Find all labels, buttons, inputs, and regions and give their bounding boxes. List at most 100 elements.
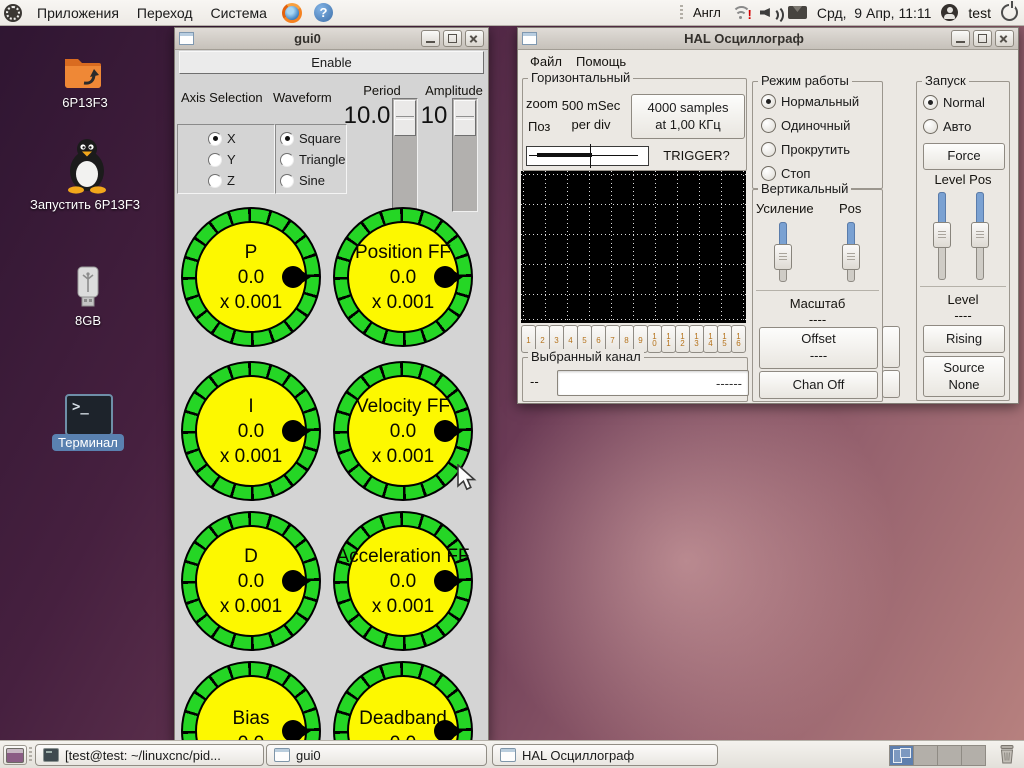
close-button[interactable] [995, 30, 1014, 47]
power-icon[interactable] [1001, 1, 1018, 21]
knob-velocity-ff[interactable]: Velocity FF 0.0 x 0.001 [333, 361, 473, 501]
tux-icon[interactable] [64, 138, 110, 194]
radio-run-roll[interactable] [761, 142, 776, 157]
run-mode-stop[interactable]: Стоп [761, 166, 810, 181]
radio-run-normal[interactable] [761, 94, 776, 109]
knob-p[interactable]: P 0.0 x 0.001 [181, 207, 321, 347]
channel-14-button[interactable]: 14 [703, 325, 718, 353]
knob-acceleration-ff[interactable]: Acceleration FF 0.0 x 0.001 [333, 511, 473, 651]
desktop-icon-label[interactable]: 8GB [48, 313, 128, 328]
menu-system[interactable]: Система [208, 3, 270, 23]
amplitude-slider[interactable] [452, 98, 478, 212]
trigger-level-slider[interactable] [932, 192, 951, 280]
radio-trigger-auto[interactable] [923, 119, 938, 134]
waveform-option-sine[interactable]: Sine [280, 173, 325, 188]
partial-hidden-button[interactable] [882, 326, 900, 368]
channel-12-button[interactable]: 12 [675, 325, 690, 353]
taskbar-grip[interactable] [29, 747, 32, 762]
taskbar-terminal-window[interactable]: [test@test: ~/linuxcnc/pid... [35, 744, 264, 766]
force-button[interactable]: Force [923, 143, 1005, 170]
rising-button[interactable]: Rising [923, 325, 1005, 353]
terminal-icon[interactable] [65, 394, 113, 436]
folder-icon[interactable] [62, 52, 104, 94]
waveform-option-square[interactable]: Square [280, 131, 341, 146]
channel-13-button[interactable]: 13 [689, 325, 704, 353]
firefox-launcher-icon[interactable] [281, 2, 302, 23]
radio-trigger-normal[interactable] [923, 95, 938, 110]
desktop-icon-label[interactable]: Терминал [52, 434, 124, 451]
channel-10-button[interactable]: 10 [647, 325, 662, 353]
taskbar-halscope-window[interactable]: HAL Осциллограф [492, 744, 718, 766]
selected-channel-name-entry[interactable]: ------ [557, 370, 749, 396]
menu-file[interactable]: Файл [530, 54, 562, 69]
mail-icon[interactable] [787, 6, 807, 19]
horizontal-position-indicator[interactable] [526, 144, 649, 168]
workspace-1[interactable] [890, 746, 914, 765]
run-mode-roll[interactable]: Прокрутить [761, 142, 850, 157]
volume-icon[interactable] [759, 4, 784, 25]
username[interactable]: test [968, 5, 991, 21]
source-button[interactable]: Source None [923, 356, 1005, 397]
period-slider[interactable] [392, 98, 418, 212]
trash-icon[interactable] [997, 744, 1017, 765]
run-mode-normal[interactable]: Нормальный [761, 94, 859, 109]
partial-hidden-button[interactable] [882, 370, 900, 398]
period-slider-handle[interactable] [394, 100, 416, 136]
radio-run-single[interactable] [761, 118, 776, 133]
axis-option-y[interactable]: Y [208, 152, 236, 167]
network-icon[interactable]: ! [731, 5, 752, 22]
gui0-titlebar[interactable]: gui0 [175, 28, 488, 50]
vertical-pos-slider-handle[interactable] [842, 244, 860, 270]
maximize-button[interactable] [443, 30, 462, 47]
radio-z[interactable] [208, 173, 222, 188]
clock[interactable]: Срд, 9 Апр, 11:11 [817, 5, 932, 21]
desktop-icon-label[interactable]: 6P13F3 [40, 95, 130, 110]
samples-button[interactable]: 4000 samples at 1,00 КГц [631, 94, 745, 139]
menu-places[interactable]: Переход [134, 3, 196, 23]
radio-sine[interactable] [280, 173, 294, 188]
waveform-option-triangle[interactable]: Triangle [280, 152, 345, 167]
close-button[interactable] [465, 30, 484, 47]
radio-triangle[interactable] [280, 152, 294, 167]
halscope-titlebar[interactable]: HAL Осциллограф [518, 28, 1018, 50]
offset-button[interactable]: Offset ---- [759, 327, 878, 369]
radio-square[interactable] [280, 131, 294, 146]
axis-option-z[interactable]: Z [208, 173, 235, 188]
channel-15-button[interactable]: 15 [717, 325, 732, 353]
workspace-2[interactable] [914, 746, 938, 765]
trigger-mode-auto[interactable]: Авто [923, 119, 971, 134]
user-avatar-icon[interactable] [941, 4, 959, 21]
keyboard-layout-indicator[interactable]: Англ [693, 5, 721, 20]
channel-11-button[interactable]: 11 [661, 325, 676, 353]
taskbar-gui0-window[interactable]: gui0 [266, 744, 487, 766]
knob-position-ff[interactable]: Position FF 0.0 x 0.001 [333, 207, 473, 347]
knob-i[interactable]: I 0.0 x 0.001 [181, 361, 321, 501]
channel-16-button[interactable]: 16 [731, 325, 746, 353]
radio-y[interactable] [208, 152, 222, 167]
trigger-mode-normal[interactable]: Normal [923, 95, 985, 110]
workspace-4[interactable] [962, 746, 985, 765]
radio-run-stop[interactable] [761, 166, 776, 181]
trigger-question-button[interactable]: TRIGGER? [650, 148, 743, 163]
scope-display[interactable] [521, 171, 746, 323]
workspace-switcher[interactable] [889, 745, 986, 766]
radio-x[interactable] [208, 131, 222, 146]
run-mode-single[interactable]: Одиночный [761, 118, 850, 133]
workspace-3[interactable] [938, 746, 962, 765]
minimize-button[interactable] [421, 30, 440, 47]
desktop-icon-label[interactable]: Запустить 6P13F3 [15, 197, 155, 212]
trigger-level-slider-handle[interactable] [933, 222, 951, 248]
gain-slider-handle[interactable] [774, 244, 792, 270]
distro-logo-icon[interactable] [4, 3, 22, 22]
usb-drive-icon[interactable] [74, 266, 102, 310]
show-desktop-button[interactable] [3, 745, 27, 765]
enable-button[interactable]: Enable [179, 51, 484, 74]
vertical-pos-slider[interactable] [841, 222, 860, 282]
minimize-button[interactable] [951, 30, 970, 47]
menu-help[interactable]: Помощь [576, 54, 626, 69]
panel-grip[interactable] [679, 5, 683, 20]
help-launcher-icon[interactable] [313, 3, 333, 22]
amplitude-slider-handle[interactable] [454, 100, 476, 136]
maximize-button[interactable] [973, 30, 992, 47]
knob-d[interactable]: D 0.0 x 0.001 [181, 511, 321, 651]
